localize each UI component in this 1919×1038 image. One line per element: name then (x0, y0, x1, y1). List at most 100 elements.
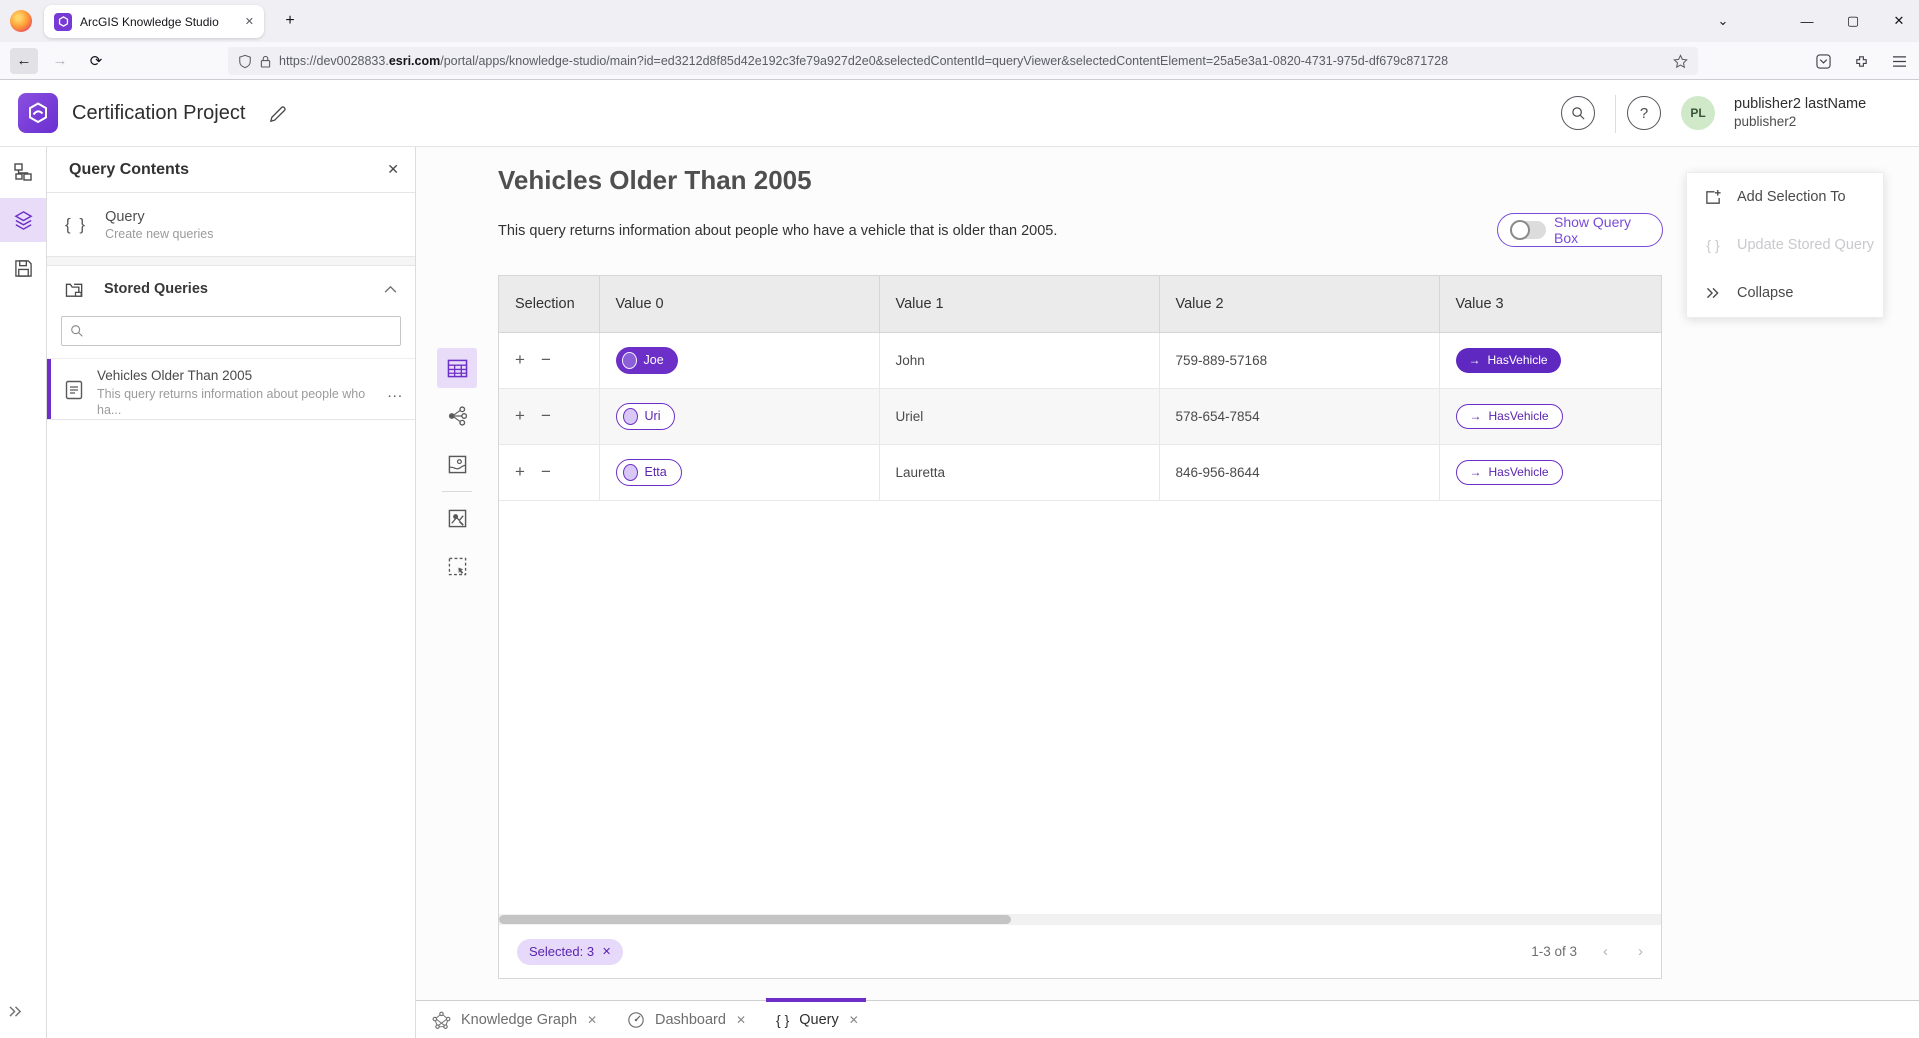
new-tab-button[interactable]: + (278, 9, 302, 33)
extensions-icon[interactable] (1847, 47, 1875, 75)
chevron-up-icon[interactable] (384, 285, 397, 293)
entity-dot-icon (623, 408, 638, 425)
value1-cell[interactable]: John (879, 332, 1159, 388)
query-item-title: Query (105, 209, 213, 225)
tab-close-icon[interactable]: ✕ (849, 1013, 859, 1027)
tab-close-icon[interactable]: ✕ (245, 15, 254, 28)
url-bar[interactable]: https://dev0028833.esri.com/portal/apps/… (228, 47, 1698, 75)
list-tabs-icon[interactable]: ⌄ (1708, 7, 1738, 35)
horizontal-scrollbar[interactable] (499, 914, 1661, 925)
toggle-switch[interactable] (1510, 221, 1546, 239)
selection-tool-icon[interactable] (437, 546, 477, 586)
tab-query[interactable]: { } Query ✕ (776, 1001, 859, 1038)
knowledge-studio-logo (18, 93, 58, 133)
add-selection-icon[interactable]: + (515, 406, 525, 426)
query-item-subtitle: Create new queries (105, 227, 213, 241)
link-chart-view-icon[interactable] (437, 396, 477, 436)
col-header-selection[interactable]: Selection (499, 276, 599, 332)
avatar[interactable]: PL (1681, 96, 1715, 130)
relationship-pill[interactable]: →HasVehicle (1456, 404, 1563, 429)
value2-cell[interactable]: 846-956-8644 (1159, 444, 1439, 500)
selected-count-chip[interactable]: Selected: 3 ✕ (517, 939, 623, 965)
bookmark-star-icon[interactable] (1673, 54, 1688, 69)
reload-icon[interactable]: ⟳ (82, 48, 110, 74)
col-header-value0[interactable]: Value 0 (599, 276, 879, 332)
col-header-value3[interactable]: Value 3 (1439, 276, 1661, 332)
folder-icon (65, 280, 86, 299)
edit-pencil-icon[interactable] (268, 105, 287, 124)
add-selection-icon (1703, 189, 1723, 206)
tracking-shield-icon[interactable] (238, 54, 252, 69)
remove-selection-icon[interactable]: − (541, 462, 551, 482)
menu-item-update-stored-query[interactable]: { } Update Stored Query (1687, 221, 1883, 269)
map-view-icon[interactable] (437, 444, 477, 484)
tab-title: ArcGIS Knowledge Studio (80, 15, 237, 29)
lock-icon[interactable] (260, 55, 271, 68)
help-icon[interactable]: ? (1627, 96, 1661, 130)
relationship-pill[interactable]: →HasVehicle (1456, 348, 1561, 373)
value2-cell[interactable]: 578-654-7854 (1159, 388, 1439, 444)
menu-item-add-selection-to[interactable]: Add Selection To (1687, 173, 1883, 221)
entity-pill[interactable]: Uri (616, 403, 676, 430)
col-header-value2[interactable]: Value 2 (1159, 276, 1439, 332)
search-input[interactable] (90, 324, 392, 339)
url-text[interactable]: https://dev0028833.esri.com/portal/apps/… (279, 54, 1665, 68)
next-page-icon[interactable]: › (1638, 943, 1643, 960)
prev-page-icon[interactable]: ‹ (1603, 943, 1608, 960)
page-title: Vehicles Older Than 2005 (498, 165, 812, 196)
selected-indicator (47, 359, 51, 419)
browser-tab[interactable]: ArcGIS Knowledge Studio ✕ (44, 5, 264, 38)
table-footer: Selected: 3 ✕ 1-3 of 3 ‹ › (499, 925, 1661, 978)
remove-selection-icon[interactable]: − (541, 406, 551, 426)
stored-queries-title: Stored Queries (104, 281, 366, 297)
table-row: +− Etta Lauretta846-956-8644 →HasVehicle (499, 444, 1661, 500)
tab-dashboard[interactable]: Dashboard ✕ (627, 1001, 746, 1038)
menu-hamburger-icon[interactable] (1885, 47, 1913, 75)
tab-knowledge-graph[interactable]: Knowledge Graph ✕ (432, 1001, 597, 1038)
relationship-pill[interactable]: →HasVehicle (1456, 460, 1563, 485)
query-item[interactable]: { } Query Create new queries (47, 193, 415, 257)
braces-icon: { } (65, 215, 87, 235)
value1-cell[interactable]: Uriel (879, 388, 1159, 444)
scrollbar-thumb[interactable] (499, 915, 1011, 924)
entity-pill[interactable]: Joe (616, 347, 678, 374)
tab-close-icon[interactable]: ✕ (587, 1013, 597, 1027)
firefox-logo-icon[interactable] (10, 10, 32, 32)
knowledge-graph-rail-icon[interactable] (0, 150, 46, 194)
graph-icon (432, 1011, 451, 1030)
value2-cell[interactable]: 759-889-57168 (1159, 332, 1439, 388)
value1-cell[interactable]: Lauretta (879, 444, 1159, 500)
menu-item-collapse[interactable]: Collapse (1687, 269, 1883, 317)
search-input-icon (70, 324, 84, 338)
add-selection-icon[interactable]: + (515, 350, 525, 370)
stored-query-item[interactable]: Vehicles Older Than 2005 This query retu… (47, 358, 415, 420)
expand-rail-icon[interactable] (8, 1005, 23, 1018)
minimize-button[interactable]: — (1792, 7, 1822, 35)
show-query-box-toggle[interactable]: Show Query Box (1497, 213, 1663, 247)
stored-queries-header[interactable]: Stored Queries (47, 266, 415, 312)
panel-close-icon[interactable]: ✕ (387, 161, 399, 178)
search-icon[interactable] (1561, 96, 1595, 130)
col-header-value1[interactable]: Value 1 (879, 276, 1159, 332)
save-rail-icon[interactable] (0, 246, 46, 290)
user-info[interactable]: publisher2 lastName publisher2 (1734, 95, 1866, 131)
forward-button[interactable]: → (46, 48, 74, 74)
pocket-icon[interactable] (1809, 47, 1837, 75)
layers-rail-icon[interactable] (0, 198, 46, 242)
panel-separator (47, 257, 415, 266)
entity-pill[interactable]: Etta (616, 459, 682, 486)
add-to-map-icon[interactable] (437, 498, 477, 538)
table-view-icon[interactable] (437, 348, 477, 388)
close-window-button[interactable]: ✕ (1884, 7, 1914, 35)
stored-queries-search[interactable] (61, 316, 401, 346)
project-title: Certification Project (72, 102, 245, 125)
maximize-button[interactable]: ▢ (1838, 7, 1868, 35)
tab-close-icon[interactable]: ✕ (736, 1013, 746, 1027)
add-selection-icon[interactable]: + (515, 462, 525, 482)
clear-selection-icon[interactable]: ✕ (602, 945, 611, 958)
back-button[interactable]: ← (10, 48, 38, 74)
row-selection-controls: +− (515, 406, 551, 426)
menu-item-label: Update Stored Query (1737, 237, 1874, 253)
remove-selection-icon[interactable]: − (541, 350, 551, 370)
more-options-icon[interactable]: ... (387, 368, 403, 401)
